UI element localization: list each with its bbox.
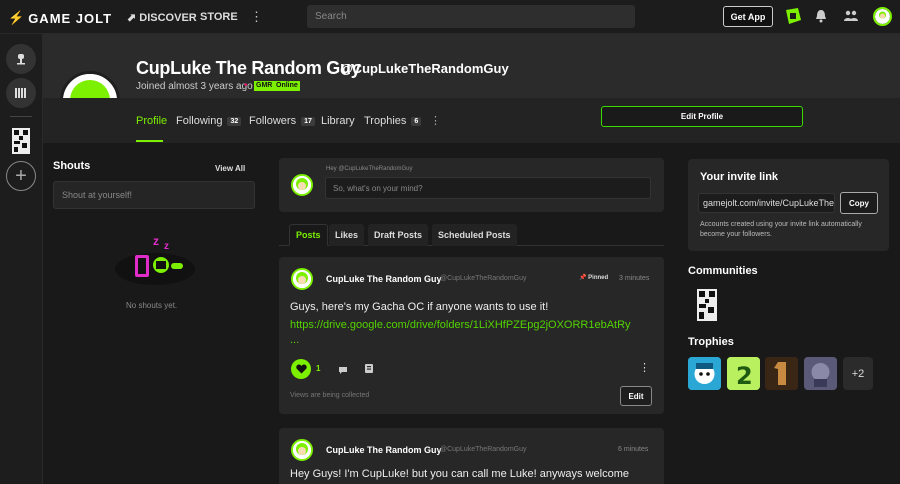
post-tabs: Posts Likes Draft Posts Scheduled Posts [279,224,664,246]
pinned-badge: 📌 Pinned [579,274,608,281]
separator-dot: • [244,80,248,91]
pinned-label: Pinned [588,275,609,281]
tab-trophies[interactable]: Trophies 6 [364,115,422,127]
edit-post-button[interactable]: Edit [620,386,652,406]
post-more-icon[interactable]: ⋮ [639,361,650,374]
top-navbar: ⚡ GAME JOLT ⬈ DISCOVER STORE ⋮ Get App [0,0,900,34]
online-badge: Online [274,81,300,91]
shouts-title: Shouts [53,160,91,172]
trophy-thumbnail[interactable] [688,357,721,390]
post-link[interactable]: https://drive.google.com/drive/folders/1… [290,319,660,331]
left-rail: + [0,34,43,484]
svg-text:z: z [164,241,169,252]
bell-icon[interactable] [815,9,827,23]
tab-following[interactable]: Following 32 [176,115,242,127]
trophy-thumbnail[interactable]: 2 [727,357,760,390]
trophy-thumbnail[interactable] [804,357,837,390]
svg-text:z: z [153,234,159,248]
display-name: CupLuke The Random Guy [136,58,361,78]
tab-label: Trophies [364,115,407,127]
views-note: Views are being collected [290,392,370,399]
profile-tabs: Profile Following 32 Followers 17 Librar… [43,98,900,143]
invite-note: Accounts created using your invite link … [700,221,862,238]
rail-home-icon[interactable] [6,44,36,74]
post-text: Guys, here's my Gacha OC if anyone wants… [290,301,549,313]
community-thumbnail[interactable] [695,288,719,322]
nav-more-icon[interactable]: ⋮ [250,9,263,25]
gamejolt-logo[interactable]: ⚡ GAME JOLT [8,10,112,26]
tab-label: Library [321,115,355,127]
post-composer: Hey @CupLukeTheRandomGuy [279,158,664,212]
trophy-thumbnail[interactable] [765,357,798,390]
username: @CupLukeTheRandomGuy [340,61,509,76]
trophies-title: Trophies [688,336,734,348]
rail-library-icon[interactable] [6,78,36,108]
composer-input[interactable] [325,177,651,199]
like-button[interactable] [291,359,311,379]
post-author-handle: @CupLukeTheRandomGuy [440,275,527,282]
quest-icon[interactable] [783,6,803,26]
copy-invite-button[interactable]: Copy [840,192,878,214]
user-avatar[interactable] [873,7,892,26]
tab-scheduled-posts[interactable]: Scheduled Posts [432,224,517,246]
post-text: Hey Guys! I'm CupLuke! but you can call … [290,468,629,480]
post-author-avatar[interactable] [291,268,313,290]
trophies-count: 6 [411,116,422,126]
tab-posts[interactable]: Posts [289,224,328,246]
post-read-more[interactable]: ... [290,334,299,346]
joined-date: Joined almost 3 years ago [136,81,253,92]
rail-divider [10,116,32,117]
nav-store[interactable]: STORE [200,11,238,23]
edit-profile-button[interactable]: Edit Profile [601,106,803,127]
active-tab-indicator [136,140,163,142]
invite-link-panel: Your invite link gamejolt.com/invite/Cup… [688,159,889,251]
tab-label: Following [176,115,223,127]
gmr-badge: GMR [254,81,275,91]
composer-avatar [291,174,313,196]
invite-url-field[interactable]: gamejolt.com/invite/CupLukeTheRandomGuy [698,193,835,213]
communities-title: Communities [688,265,758,277]
post-card: CupLuke The Random Guy @CupLukeTheRandom… [279,257,664,414]
discover-icon: ⬈ [127,12,137,24]
following-count: 32 [227,116,242,126]
post-author-name[interactable]: CupLuke The Random Guy [326,445,442,455]
heart-icon [295,364,307,374]
svg-text:2: 2 [736,362,753,390]
invite-title: Your invite link [700,171,779,183]
followers-count: 17 [301,116,315,126]
tab-label: Followers [249,115,297,127]
search-input[interactable] [307,5,635,28]
view-all-shouts-link[interactable]: View All [215,164,245,173]
post-author-avatar[interactable] [291,439,313,461]
post-card: CupLuke The Random Guy @CupLukeTheRandom… [279,428,664,484]
tab-likes[interactable]: Likes [329,224,365,246]
comment-icon[interactable] [338,364,348,374]
profile-more-icon[interactable]: ⋮ [430,114,441,127]
tab-library[interactable]: Library [321,115,355,127]
more-trophies-button[interactable]: +2 [843,357,873,390]
tab-label: Profile [136,115,168,127]
post-author-name[interactable]: CupLuke The Random Guy [326,274,442,284]
post-time: 3 minutes [619,275,650,282]
no-shouts-text: No shouts yet. [126,301,178,310]
post-time: 6 minutes [618,446,649,453]
bolt-icon: ⚡ [8,10,26,25]
sleeping-mascot-illustration: z z [111,233,197,289]
share-icon[interactable] [364,363,374,374]
tab-draft-posts[interactable]: Draft Posts [368,224,429,246]
shout-input[interactable] [53,181,255,209]
friends-icon[interactable] [843,9,859,23]
get-app-button[interactable]: Get App [723,6,773,27]
discover-label: DISCOVER [139,12,197,24]
tab-followers[interactable]: Followers 17 [249,115,315,127]
tab-profile[interactable]: Profile [136,115,167,127]
nav-discover[interactable]: ⬈ DISCOVER [127,11,197,24]
pin-icon: 📌 [579,275,587,281]
add-community-button[interactable]: + [6,161,36,191]
composer-greeting: Hey @CupLukeTheRandomGuy [326,166,413,172]
rail-community-icon[interactable] [6,126,36,156]
like-count: 1 [316,364,321,373]
post-author-handle: @CupLukeTheRandomGuy [440,446,527,453]
logo-text: GAME JOLT [28,10,113,26]
